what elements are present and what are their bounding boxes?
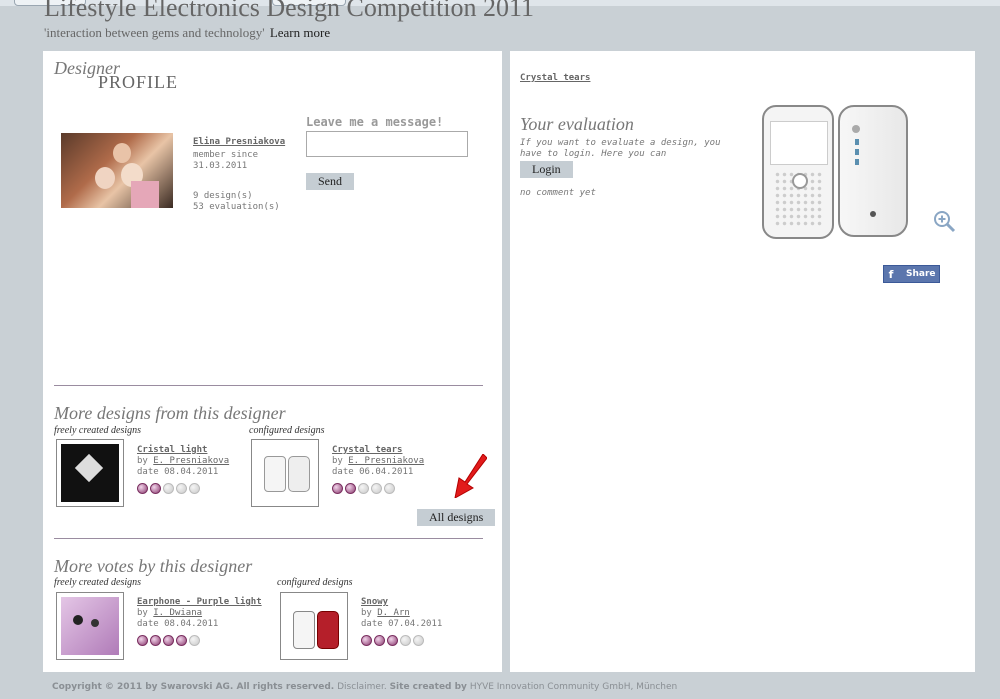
member-since-date: 31.03.2011 <box>193 161 248 171</box>
message-textarea[interactable] <box>306 131 468 157</box>
vote-author-link[interactable]: I. Dwiana <box>153 608 202 618</box>
vote-thumbnail-snowy[interactable] <box>280 592 348 660</box>
design-count: 9 design(s) <box>193 191 253 201</box>
design-thumbnail-crystal-tears[interactable] <box>251 439 319 507</box>
tagline-text: 'interaction between gems and technology… <box>44 25 265 40</box>
rating-star-icon <box>358 483 369 494</box>
design-title-link[interactable]: Crystal tears <box>520 73 590 83</box>
facebook-share-button[interactable]: f Share <box>883 265 940 283</box>
design-author-link[interactable]: E. Presniakova <box>153 456 229 466</box>
all-designs-button[interactable]: All designs <box>417 509 496 526</box>
design-info: Crystal tears by E. Presniakova date 06.… <box>332 445 424 494</box>
vote-date: date 07.04.2011 <box>361 619 443 629</box>
footer: Copyright © 2011 by Swarovski AG. All ri… <box>52 682 677 692</box>
vote-thumbnail-earphone[interactable] <box>56 592 124 660</box>
more-designs-title: More designs from this designer <box>54 403 286 423</box>
design-detail-panel: Crystal tears Your evaluation If you wan… <box>510 51 975 672</box>
rating-star-icon <box>189 635 200 646</box>
no-comment-text: no comment yet <box>520 188 596 198</box>
rating-star-icon <box>137 635 148 646</box>
vote-info: Snowy by D. Arn date 07.04.2011 <box>361 597 442 646</box>
more-votes-title: More votes by this designer <box>54 556 253 576</box>
rating-star-icon <box>371 483 382 494</box>
rating-stars <box>361 635 442 646</box>
design-date: date 08.04.2011 <box>137 467 219 477</box>
evaluation-count: 53 evaluation(s) <box>193 202 280 212</box>
evaluation-instructions: If you want to evaluate a design, you ha… <box>520 138 721 159</box>
send-button[interactable]: Send <box>306 173 354 190</box>
rating-star-icon <box>332 483 343 494</box>
rating-star-icon <box>413 635 424 646</box>
rating-stars <box>137 635 262 646</box>
rating-star-icon <box>163 483 174 494</box>
rating-star-icon <box>150 483 161 494</box>
design-title-link[interactable]: Crystal tears <box>332 445 402 455</box>
configured-label: configured designs <box>249 425 325 436</box>
facebook-icon: f <box>888 267 894 281</box>
rating-star-icon <box>176 483 187 494</box>
by-prefix: by <box>332 456 349 466</box>
tagline: 'interaction between gems and technology… <box>44 25 330 41</box>
rating-star-icon <box>163 635 174 646</box>
message-form: Leave me a message! Send <box>306 115 468 190</box>
by-prefix: by <box>137 608 154 618</box>
member-info: Elina Presniakova member since 31.03.201… <box>193 137 303 213</box>
freely-created-label: freely created designs <box>54 577 142 588</box>
login-button[interactable]: Login <box>520 161 573 178</box>
zoom-in-icon[interactable] <box>932 209 956 233</box>
design-thumbnail-cristal-light[interactable] <box>56 439 124 507</box>
vote-date: date 08.04.2011 <box>137 619 219 629</box>
design-date: date 06.04.2011 <box>332 467 414 477</box>
site-title: Lifestyle Electronics Design Competition… <box>44 0 535 22</box>
rating-star-icon <box>374 635 385 646</box>
creator-link[interactable]: HYVE Innovation Community GmbH, München <box>470 682 677 692</box>
divider <box>54 385 483 386</box>
rating-stars <box>137 483 229 494</box>
phone-front-image <box>762 105 834 239</box>
profile-heading: Designer PROFILE <box>54 58 178 93</box>
design-info: Cristal light by E. Presniakova date 08.… <box>137 445 229 494</box>
evaluation-title: Your evaluation <box>520 114 634 134</box>
vote-info: Earphone - Purple light by I. Dwiana dat… <box>137 597 262 646</box>
designer-name-link[interactable]: Elina Presniakova <box>193 137 303 148</box>
configured-label: configured designs <box>277 577 353 588</box>
design-author-link[interactable]: E. Presniakova <box>348 456 424 466</box>
learn-more-link[interactable]: Learn more <box>270 25 330 40</box>
member-since-label: member since <box>193 150 259 160</box>
rating-star-icon <box>387 635 398 646</box>
profile-heading-line2: PROFILE <box>98 72 179 92</box>
rating-star-icon <box>176 635 187 646</box>
designer-profile-panel: Designer PROFILE Elina Presniakova membe… <box>43 51 502 672</box>
share-label: Share <box>906 269 936 279</box>
vote-title-link[interactable]: Earphone - Purple light <box>137 597 262 607</box>
vote-title-link[interactable]: Snowy <box>361 597 388 607</box>
rating-star-icon <box>384 483 395 494</box>
by-prefix: by <box>137 456 154 466</box>
disclaimer-link[interactable]: Disclaimer. <box>337 682 387 692</box>
rating-stars <box>332 483 424 494</box>
designer-photo <box>61 133 173 208</box>
design-title-link[interactable]: Cristal light <box>137 445 207 455</box>
rating-star-icon <box>150 635 161 646</box>
phone-back-image <box>838 105 908 237</box>
divider <box>54 538 483 539</box>
red-arrow-icon <box>454 454 487 498</box>
freely-created-label: freely created designs <box>54 425 142 436</box>
rating-star-icon <box>400 635 411 646</box>
rating-star-icon <box>345 483 356 494</box>
rating-star-icon <box>189 483 200 494</box>
rating-star-icon <box>361 635 372 646</box>
rating-star-icon <box>137 483 148 494</box>
vote-author-link[interactable]: D. Arn <box>377 608 410 618</box>
message-title: Leave me a message! <box>306 115 444 129</box>
site-created-text: Site created by <box>389 682 467 692</box>
copyright-text: Copyright © 2011 by Swarovski AG. All ri… <box>52 682 335 692</box>
by-prefix: by <box>361 608 378 618</box>
